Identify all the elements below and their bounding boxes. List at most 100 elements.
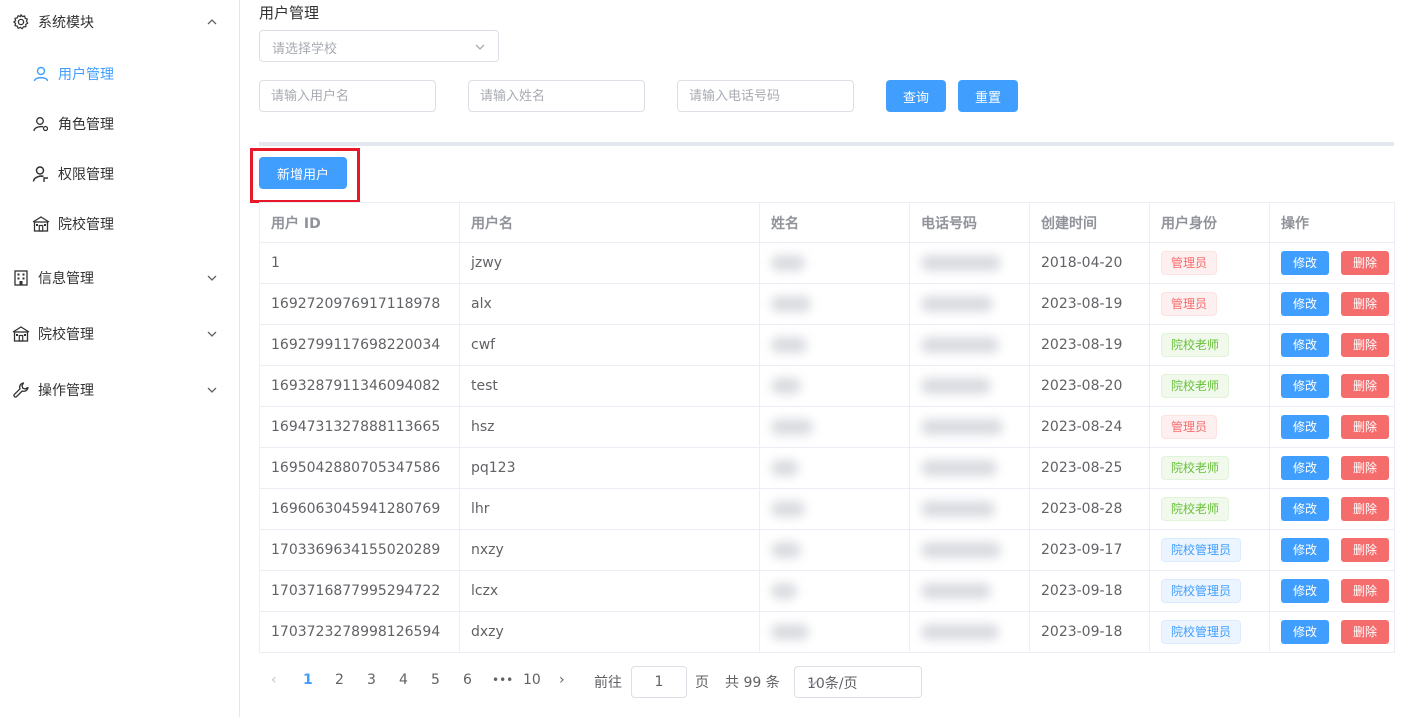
- chevron-down-icon: [807, 677, 909, 689]
- goto-page-input[interactable]: [631, 666, 687, 698]
- name-cell-redacted: [759, 488, 910, 530]
- menu-group-system[interactable]: 系统模块: [0, 2, 240, 42]
- delete-button[interactable]: 删除: [1341, 333, 1389, 357]
- page-title: 用户管理: [259, 4, 320, 22]
- delete-button[interactable]: 删除: [1341, 579, 1389, 603]
- edit-button[interactable]: 修改: [1281, 620, 1329, 644]
- user-id-cell: 1703369634155020289: [259, 529, 460, 571]
- column-header: 用户名: [459, 202, 760, 243]
- username-input[interactable]: [259, 80, 436, 112]
- created-time-cell: 2023-09-17: [1029, 529, 1150, 571]
- menu-group-operation[interactable]: 操作管理: [0, 370, 240, 410]
- page-number[interactable]: 3: [367, 672, 376, 688]
- sidebar-item-school-management[interactable]: 院校管理: [0, 204, 240, 244]
- page-number[interactable]: 5: [431, 672, 440, 688]
- page-number[interactable]: 10: [523, 672, 541, 688]
- school-select-placeholder: 请选择学校: [272, 42, 338, 57]
- user-id-cell: 1703723278998126594: [259, 611, 460, 653]
- role-cell: 管理员: [1149, 283, 1270, 325]
- delete-button[interactable]: 删除: [1341, 415, 1389, 439]
- created-time-cell: 2023-08-24: [1029, 406, 1150, 448]
- sidebar: 系统模块 用户管理 角色管理 权限管理 院校管理 信息管理 院校管理 操作管理: [0, 0, 240, 717]
- edit-button[interactable]: 修改: [1281, 497, 1329, 521]
- delete-button[interactable]: 删除: [1341, 538, 1389, 562]
- user-key-icon: [32, 165, 50, 183]
- table-row: 1694731327888113665 hsz 2023-08-24 管理员 修改 删除: [259, 406, 1395, 448]
- page-number[interactable]: 2: [335, 672, 344, 688]
- delete-button[interactable]: 删除: [1341, 292, 1389, 316]
- sidebar-item-user-management[interactable]: 用户管理: [0, 54, 240, 94]
- table-row: 1703369634155020289 nxzy 2023-09-17 院校管理员 修改…: [259, 529, 1395, 571]
- actions-cell: 修改 删除: [1269, 365, 1395, 407]
- page-number[interactable]: 4: [399, 672, 408, 688]
- name-cell-redacted: [759, 570, 910, 612]
- role-tag: 院校管理员: [1161, 620, 1242, 644]
- sidebar-item-permission-management[interactable]: 权限管理: [0, 154, 240, 194]
- page-number[interactable]: 1: [303, 672, 313, 688]
- name-input[interactable]: [468, 80, 645, 112]
- role-cell: 院校管理员: [1149, 611, 1270, 653]
- prev-page-icon[interactable]: ‹: [271, 672, 277, 688]
- edit-button[interactable]: 修改: [1281, 538, 1329, 562]
- phone-input[interactable]: [677, 80, 854, 112]
- edit-button[interactable]: 修改: [1281, 333, 1329, 357]
- role-tag: 院校老师: [1161, 333, 1230, 357]
- edit-button[interactable]: 修改: [1281, 292, 1329, 316]
- column-header: 操作: [1269, 202, 1395, 243]
- delete-button[interactable]: 删除: [1341, 497, 1389, 521]
- menu-group-info[interactable]: 信息管理: [0, 258, 240, 298]
- created-time-cell: 2023-09-18: [1029, 570, 1150, 612]
- add-user-button[interactable]: 新增用户: [259, 157, 347, 189]
- delete-button[interactable]: 删除: [1341, 374, 1389, 398]
- redacted-name: [771, 378, 801, 394]
- delete-button[interactable]: 删除: [1341, 251, 1389, 275]
- redacted-phone: [921, 460, 997, 476]
- redacted-phone: [921, 296, 993, 312]
- school-select[interactable]: 请选择学校: [259, 30, 499, 62]
- user-setting-icon: [32, 115, 50, 133]
- delete-button[interactable]: 删除: [1341, 620, 1389, 644]
- created-time-cell: 2023-08-19: [1029, 283, 1150, 325]
- role-tag: 管理员: [1161, 251, 1218, 275]
- name-cell-redacted: [759, 447, 910, 489]
- school-icon: [32, 215, 50, 233]
- sidebar-item-role-management[interactable]: 角色管理: [0, 104, 240, 144]
- role-cell: 院校老师: [1149, 447, 1270, 489]
- edit-button[interactable]: 修改: [1281, 251, 1329, 275]
- reset-button[interactable]: 重置: [958, 80, 1018, 112]
- redacted-name: [771, 255, 805, 271]
- phone-cell-redacted: [909, 283, 1030, 325]
- username-cell: lhr: [459, 488, 760, 530]
- menu-group-school[interactable]: 院校管理: [0, 314, 240, 354]
- pagination: ‹ 1 2 3 4 5 6 ••• 10 › 前往 页 共 99 条 10条/页: [259, 666, 959, 698]
- column-header: 用户 ID: [259, 202, 460, 243]
- sidebar-item-label: 角色管理: [58, 117, 114, 133]
- table-row: 1 jzwy 2018-04-20 管理员 修改 删除: [259, 242, 1395, 284]
- created-time-cell: 2023-08-25: [1029, 447, 1150, 489]
- next-page-icon[interactable]: ›: [559, 672, 565, 688]
- query-button[interactable]: 查询: [886, 80, 946, 112]
- table-row: 1692720976917118978 alx 2023-08-19 管理员 修改 删除: [259, 283, 1395, 325]
- created-time-cell: 2023-08-20: [1029, 365, 1150, 407]
- goto-label: 前往: [594, 675, 622, 691]
- table-row: 1703723278998126594 dxzy 2023-09-18 院校管理员 修改…: [259, 611, 1395, 653]
- actions-cell: 修改 删除: [1269, 611, 1395, 653]
- edit-button[interactable]: 修改: [1281, 579, 1329, 603]
- created-time-cell: 2018-04-20: [1029, 242, 1150, 284]
- page-number[interactable]: 6: [463, 672, 472, 688]
- page-size-select[interactable]: 10条/页: [794, 666, 922, 698]
- more-pages-icon[interactable]: •••: [492, 673, 513, 687]
- username-cell: nxzy: [459, 529, 760, 571]
- edit-button[interactable]: 修改: [1281, 456, 1329, 480]
- username-cell: lczx: [459, 570, 760, 612]
- edit-button[interactable]: 修改: [1281, 415, 1329, 439]
- role-cell: 院校老师: [1149, 324, 1270, 366]
- edit-button[interactable]: 修改: [1281, 374, 1329, 398]
- delete-button[interactable]: 删除: [1341, 456, 1389, 480]
- main-content: 用户管理 请选择学校 查询 重置 新增用户 用户 ID 用户名 姓名 电话号码 …: [241, 0, 1403, 717]
- table-row: 1703716877995294722 lczx 2023-09-18 院校管理员 修改…: [259, 570, 1395, 612]
- chevron-down-icon: [206, 272, 218, 284]
- chevron-down-icon: [206, 384, 218, 396]
- menu-group-label: 系统模块: [38, 15, 94, 31]
- username-cell: cwf: [459, 324, 760, 366]
